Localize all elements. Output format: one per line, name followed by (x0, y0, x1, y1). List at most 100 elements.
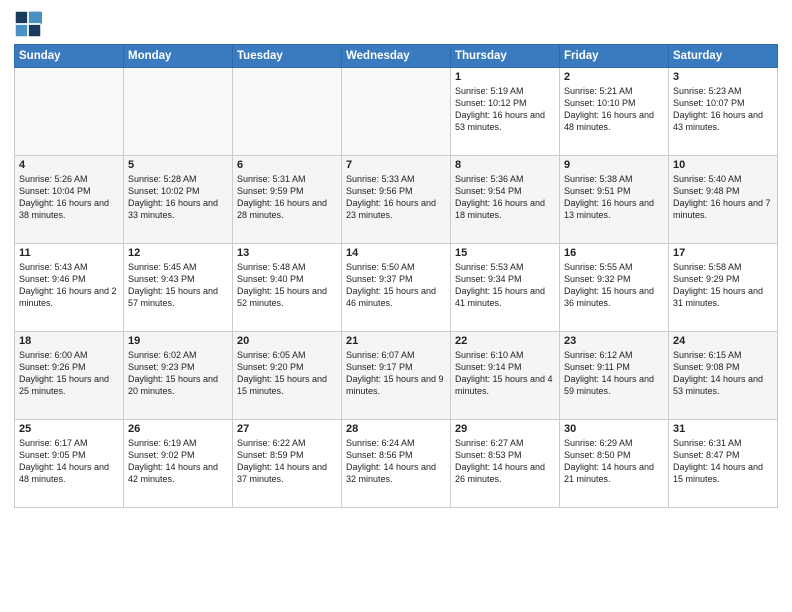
day-info: Sunrise: 6:19 AM (128, 437, 228, 449)
day-number: 1 (455, 71, 555, 83)
day-info: Daylight: 14 hours and 53 minutes. (673, 373, 773, 397)
day-info: Sunrise: 5:28 AM (128, 173, 228, 185)
day-info: Sunset: 9:43 PM (128, 273, 228, 285)
day-info: Daylight: 16 hours and 38 minutes. (19, 197, 119, 221)
calendar-week-3: 11Sunrise: 5:43 AMSunset: 9:46 PMDayligh… (15, 244, 778, 332)
day-info: Daylight: 14 hours and 21 minutes. (564, 461, 664, 485)
calendar-cell: 29Sunrise: 6:27 AMSunset: 8:53 PMDayligh… (451, 420, 560, 508)
day-info: Sunset: 9:14 PM (455, 361, 555, 373)
calendar-week-5: 25Sunrise: 6:17 AMSunset: 9:05 PMDayligh… (15, 420, 778, 508)
day-info: Daylight: 14 hours and 32 minutes. (346, 461, 446, 485)
calendar-cell: 15Sunrise: 5:53 AMSunset: 9:34 PMDayligh… (451, 244, 560, 332)
day-info: Daylight: 16 hours and 7 minutes. (673, 197, 773, 221)
day-info: Sunrise: 6:10 AM (455, 349, 555, 361)
day-number: 19 (128, 335, 228, 347)
day-info: Sunrise: 6:07 AM (346, 349, 446, 361)
day-info: Daylight: 16 hours and 2 minutes. (19, 285, 119, 309)
day-info: Sunrise: 6:31 AM (673, 437, 773, 449)
day-info: Sunrise: 5:21 AM (564, 85, 664, 97)
day-info: Sunrise: 5:26 AM (19, 173, 119, 185)
day-info: Sunset: 9:32 PM (564, 273, 664, 285)
calendar-body: 1 Sunrise: 5:19 AMSunset: 10:12 PM Dayligh… (15, 68, 778, 508)
weekday-header-sunday: Sunday (15, 45, 124, 68)
day-info: Daylight: 15 hours and 57 minutes. (128, 285, 228, 309)
day-info: Daylight: 16 hours and 48 minutes. (564, 109, 664, 133)
day-info: Daylight: 15 hours and 46 minutes. (346, 285, 446, 309)
day-info: Daylight: 15 hours and 15 minutes. (237, 373, 337, 397)
day-info: Sunrise: 5:38 AM (564, 173, 664, 185)
calendar-cell: 21Sunrise: 6:07 AMSunset: 9:17 PMDayligh… (342, 332, 451, 420)
day-info: Sunset: 9:20 PM (237, 361, 337, 373)
day-info: Sunset: 10:02 PM (128, 185, 228, 197)
day-number: 10 (673, 159, 773, 171)
day-info: Sunset: 9:59 PM (237, 185, 337, 197)
day-info: Sunset: 8:53 PM (455, 449, 555, 461)
day-info: Sunrise: 6:27 AM (455, 437, 555, 449)
day-info: Daylight: 14 hours and 59 minutes. (564, 373, 664, 397)
day-info: Sunset: 9:23 PM (128, 361, 228, 373)
day-info: Daylight: 14 hours and 37 minutes. (237, 461, 337, 485)
calendar-cell: 22Sunrise: 6:10 AMSunset: 9:14 PMDayligh… (451, 332, 560, 420)
logo (14, 10, 45, 38)
logo-icon (14, 10, 42, 38)
day-info: Sunrise: 6:12 AM (564, 349, 664, 361)
weekday-header-tuesday: Tuesday (233, 45, 342, 68)
day-number: 4 (19, 159, 119, 171)
day-number: 6 (237, 159, 337, 171)
weekday-header-friday: Friday (560, 45, 669, 68)
day-number: 23 (564, 335, 664, 347)
day-info: Sunset: 9:02 PM (128, 449, 228, 461)
weekday-header-monday: Monday (124, 45, 233, 68)
day-number: 18 (19, 335, 119, 347)
day-info: Sunset: 10:10 PM (564, 97, 664, 109)
calendar-cell: 7Sunrise: 5:33 AMSunset: 9:56 PMDaylight… (342, 156, 451, 244)
day-info: Sunrise: 6:24 AM (346, 437, 446, 449)
day-number: 9 (564, 159, 664, 171)
calendar-header: SundayMondayTuesdayWednesdayThursdayFrid… (15, 45, 778, 68)
day-info: Daylight: 15 hours and 36 minutes. (564, 285, 664, 309)
calendar-cell: 4 Sunrise: 5:26 AMSunset: 10:04 PMDayligh… (15, 156, 124, 244)
day-info: Sunset: 9:40 PM (237, 273, 337, 285)
calendar-cell: 23 Sunrise: 6:12 AMSunset: 9:11 PMDayligh… (560, 332, 669, 420)
day-info: Sunrise: 5:33 AM (346, 173, 446, 185)
day-number: 13 (237, 247, 337, 259)
day-info: Daylight: 16 hours and 33 minutes. (128, 197, 228, 221)
day-info: Sunrise: 5:40 AM (673, 173, 773, 185)
calendar-week-1: 1 Sunrise: 5:19 AMSunset: 10:12 PM Dayligh… (15, 68, 778, 156)
day-number: 26 (128, 423, 228, 435)
day-number: 24 (673, 335, 773, 347)
day-info: Sunset: 9:11 PM (564, 361, 664, 373)
day-info: Sunset: 9:05 PM (19, 449, 119, 461)
day-info: Sunrise: 6:05 AM (237, 349, 337, 361)
day-info: Sunset: 9:54 PM (455, 185, 555, 197)
day-info: Sunrise: 6:15 AM (673, 349, 773, 361)
day-number: 29 (455, 423, 555, 435)
day-info: Sunset: 10:04 PM (19, 185, 119, 197)
calendar-cell: 27Sunrise: 6:22 AMSunset: 8:59 PMDayligh… (233, 420, 342, 508)
day-info: Sunset: 8:50 PM (564, 449, 664, 461)
calendar-cell (124, 68, 233, 156)
calendar-cell: 19Sunrise: 6:02 AMSunset: 9:23 PMDayligh… (124, 332, 233, 420)
day-number: 20 (237, 335, 337, 347)
day-info: Sunrise: 5:43 AM (19, 261, 119, 273)
day-info: Sunset: 10:12 PM (455, 97, 555, 109)
day-info: Daylight: 15 hours and 25 minutes. (19, 373, 119, 397)
day-info: Sunrise: 5:23 AM (673, 85, 773, 97)
day-info: Sunset: 9:34 PM (455, 273, 555, 285)
calendar-cell: 17Sunrise: 5:58 AMSunset: 9:29 PMDayligh… (669, 244, 778, 332)
day-info: Daylight: 16 hours and 23 minutes. (346, 197, 446, 221)
calendar-cell: 14Sunrise: 5:50 AMSunset: 9:37 PMDayligh… (342, 244, 451, 332)
day-number: 22 (455, 335, 555, 347)
day-info: Sunset: 9:26 PM (19, 361, 119, 373)
day-info: Sunrise: 5:58 AM (673, 261, 773, 273)
day-info: Daylight: 16 hours and 43 minutes. (673, 109, 773, 133)
calendar-cell: 26Sunrise: 6:19 AMSunset: 9:02 PMDayligh… (124, 420, 233, 508)
day-info: Sunset: 9:48 PM (673, 185, 773, 197)
day-number: 30 (564, 423, 664, 435)
day-info: Daylight: 15 hours and 9 minutes. (346, 373, 446, 397)
day-info: Sunrise: 5:31 AM (237, 173, 337, 185)
day-info: Sunrise: 5:19 AM (455, 85, 555, 97)
day-info: Sunrise: 5:50 AM (346, 261, 446, 273)
calendar-cell: 28Sunrise: 6:24 AMSunset: 8:56 PMDayligh… (342, 420, 451, 508)
day-info: Sunset: 9:08 PM (673, 361, 773, 373)
